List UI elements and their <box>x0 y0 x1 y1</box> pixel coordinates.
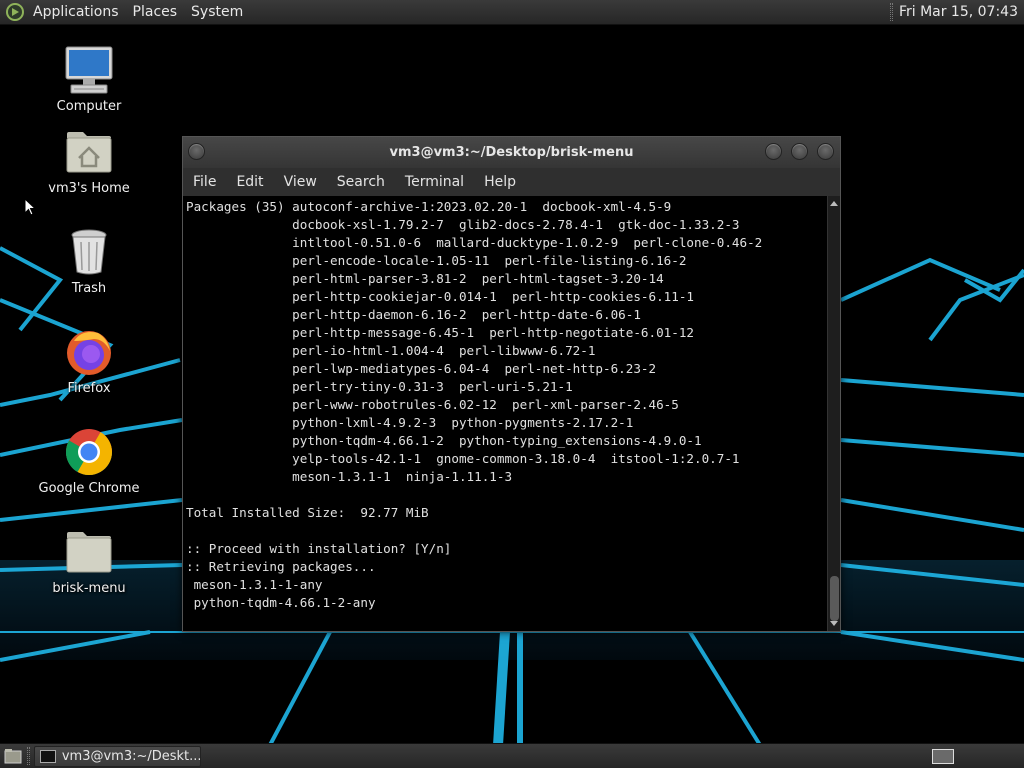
terminal-line: perl-http-daemon-6.16-2 perl-http-date-6… <box>186 307 641 322</box>
desktop-icon-firefox[interactable]: Firefox <box>34 326 144 396</box>
home-folder-icon <box>63 126 115 178</box>
taskbar-item-label: vm3@vm3:~/Deskt... <box>61 748 200 764</box>
scroll-up-arrow-icon[interactable] <box>830 201 838 206</box>
panel-separator <box>889 3 893 21</box>
terminal-line: yelp-tools-42.1-1 gnome-common-3.18.0-4 … <box>186 451 740 466</box>
maximize-button[interactable] <box>791 143 808 160</box>
mate-logo-icon[interactable] <box>5 1 27 23</box>
mouse-cursor-icon <box>24 198 36 216</box>
folder-icon <box>63 526 115 578</box>
terminal-line: perl-try-tiny-0.31-3 perl-uri-5.21-1 <box>186 379 573 394</box>
menu-search[interactable]: Search <box>337 174 385 190</box>
desktop-icon-trash[interactable]: Trash <box>34 226 144 296</box>
clock-area: Fri Mar 15, 07:43 <box>889 0 1024 24</box>
menu-view[interactable]: View <box>284 174 317 190</box>
desktop-icon-label: brisk-menu <box>52 581 126 596</box>
panel-separator <box>27 747 30 765</box>
system-menu[interactable]: System <box>191 4 243 20</box>
terminal-line: python-tqdm-4.66.1-2-any <box>186 595 376 610</box>
window-title: vm3@vm3:~/Desktop/brisk-menu <box>389 145 634 160</box>
menu-help[interactable]: Help <box>484 174 516 190</box>
menu-edit[interactable]: Edit <box>236 174 263 190</box>
desktop-icon-computer[interactable]: Computer <box>34 44 144 114</box>
terminal-line: perl-encode-locale-1.05-11 perl-file-lis… <box>186 253 687 268</box>
applications-menu[interactable]: Applications <box>33 4 119 20</box>
scroll-down-arrow-icon[interactable] <box>830 621 838 626</box>
menu-file[interactable]: File <box>193 174 216 190</box>
workspace-1[interactable] <box>932 748 954 764</box>
terminal-output[interactable]: Packages (35) autoconf-archive-1:2023.02… <box>183 196 827 631</box>
terminal-line: docbook-xsl-1.79.2-7 glib2-docs-2.78.4-1… <box>186 217 740 232</box>
chrome-icon <box>63 426 115 478</box>
window-menu-button[interactable] <box>188 143 205 160</box>
terminal-line: python-lxml-4.9.2-3 python-pygments-2.17… <box>186 415 634 430</box>
terminal-line: Total Installed Size: 92.77 MiB <box>186 505 429 520</box>
top-panel: Applications Places System Fri Mar 15, 0… <box>0 0 1024 25</box>
taskbar-item-terminal[interactable]: vm3@vm3:~/Deskt... <box>34 745 201 767</box>
terminal-line: Packages (35) autoconf-archive-1:2023.02… <box>186 199 672 214</box>
bottom-panel: vm3@vm3:~/Deskt... <box>0 743 1024 768</box>
terminal-window[interactable]: vm3@vm3:~/Desktop/brisk-menu File Edit V… <box>182 136 841 632</box>
close-button[interactable] <box>817 143 834 160</box>
terminal-line: perl-io-html-1.004-4 perl-libwww-6.72-1 <box>186 343 596 358</box>
terminal-line: meson-1.3.1-1 ninja-1.11.1-3 <box>186 469 513 484</box>
workspace-switcher <box>932 748 954 764</box>
desktop-icon-label: Trash <box>71 281 107 296</box>
terminal-line: perl-http-cookiejar-0.014-1 perl-http-co… <box>186 289 694 304</box>
terminal-scrollbar[interactable] <box>827 196 840 631</box>
terminal-line: :: Proceed with installation? [Y/n] <box>186 541 452 556</box>
desktop-icon-label: vm3's Home <box>48 181 130 196</box>
places-menu[interactable]: Places <box>133 4 178 20</box>
desktop-icon-label: Firefox <box>67 381 111 396</box>
desktop-icon-label: Google Chrome <box>38 481 140 496</box>
computer-icon <box>63 44 115 96</box>
desktop-icon-chrome[interactable]: Google Chrome <box>34 426 144 496</box>
terminal-icon <box>40 749 56 763</box>
clock[interactable]: Fri Mar 15, 07:43 <box>899 4 1018 20</box>
desktop-icon-label: Computer <box>56 99 122 114</box>
desktop-icon-home[interactable]: vm3's Home <box>34 126 144 196</box>
terminal-line: python-tqdm-4.66.1-2 python-typing_exten… <box>186 433 702 448</box>
terminal-lines: Packages (35) autoconf-archive-1:2023.02… <box>183 196 827 612</box>
terminal-menubar: File Edit View Search Terminal Help <box>183 168 840 196</box>
terminal-line: perl-www-robotrules-6.02-12 perl-xml-par… <box>186 397 679 412</box>
terminal-line: perl-http-message-6.45-1 perl-http-negot… <box>186 325 694 340</box>
terminal-line: perl-lwp-mediatypes-6.04-4 perl-net-http… <box>186 361 657 376</box>
terminal-line: intltool-0.51.0-6 mallard-ducktype-1.0.2… <box>186 235 763 250</box>
minimize-button[interactable] <box>765 143 782 160</box>
scrollbar-thumb[interactable] <box>830 576 839 621</box>
firefox-icon <box>63 326 115 378</box>
show-desktop-icon[interactable] <box>3 746 23 766</box>
desktop-icon-brisk-menu[interactable]: brisk-menu <box>34 526 144 596</box>
trash-icon <box>63 226 115 278</box>
terminal-line: meson-1.3.1-1-any <box>186 577 323 592</box>
menu-terminal[interactable]: Terminal <box>405 174 464 190</box>
terminal-line: perl-html-parser-3.81-2 perl-html-tagset… <box>186 271 664 286</box>
terminal-line: :: Retrieving packages... <box>186 559 376 574</box>
window-titlebar[interactable]: vm3@vm3:~/Desktop/brisk-menu <box>183 137 840 168</box>
